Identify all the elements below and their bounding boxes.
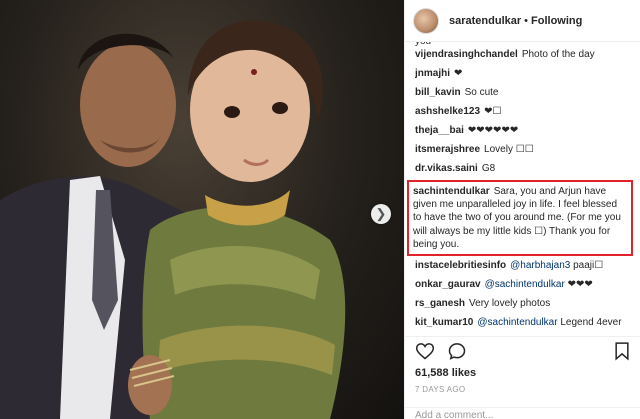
chevron-right-icon: ❯	[375, 206, 387, 221]
comment-text: Lovely ☐☐	[484, 144, 534, 155]
highlighted-comment-box: sachintendulkar Sara, you and Arjun have …	[407, 180, 633, 256]
comment-mention[interactable]: @sachintendulkar	[485, 279, 565, 290]
comment-username[interactable]: onkar_gaurav	[415, 279, 481, 290]
comment-text: G8	[481, 163, 496, 174]
photo-illustration	[0, 20, 346, 419]
header-text: saratendulkar • Following	[449, 15, 582, 27]
comment-item: kit_kumar10 @sachintendulkar Legend 4ever	[415, 316, 625, 329]
comment-item: dr.vikas.saini G8	[415, 162, 637, 175]
add-comment-input[interactable]: Add a comment...	[405, 407, 640, 419]
comment-text: ❤❤❤❤❤❤	[467, 125, 519, 136]
comment-text: ❤❤❤	[567, 279, 593, 290]
comment-mention[interactable]: @harbhajan3	[510, 260, 570, 271]
heart-icon[interactable]	[415, 341, 435, 361]
comment-username[interactable]: kit_kumar10	[415, 317, 473, 328]
post-header: saratendulkar • Following	[405, 0, 640, 42]
comment-username[interactable]: itsmerajshree	[415, 144, 480, 155]
header-separator: •	[524, 14, 529, 27]
comment-text: ❤☐	[484, 106, 502, 117]
post-photo: ❯	[0, 0, 404, 419]
comment-username[interactable]: rs_ganesh	[415, 298, 465, 309]
comments-list[interactable]: you vijendrasinghchandelPhoto of the day…	[405, 42, 640, 336]
clipped-comment-text: you	[415, 42, 431, 47]
comment-item: instacelebritiesinfo @harbhajan3 paaji☐	[415, 259, 637, 272]
comment-text: So cute	[464, 87, 499, 98]
comment-item: jnmajhi ❤	[415, 67, 637, 80]
next-photo-button[interactable]: ❯	[371, 204, 391, 224]
comment-username[interactable]: sachintendulkar	[413, 186, 490, 197]
highlighted-comment: sachintendulkar Sara, you and Arjun have …	[413, 185, 627, 251]
comment-username[interactable]: bill_kavin	[415, 87, 461, 98]
post-actions: 61,588 likes 7 DAYS AGO Add a comment...	[405, 336, 640, 419]
post-details-panel: saratendulkar•Following you vijendrasing…	[404, 0, 640, 419]
comment-username[interactable]: jnmajhi	[415, 68, 450, 79]
comment-username[interactable]: instacelebritiesinfo	[415, 260, 506, 271]
comment-item: onkar_gaurav @sachintendulkar ❤❤❤	[415, 278, 637, 291]
comment-item: theja__bai ❤❤❤❤❤❤	[415, 124, 637, 137]
header-username[interactable]: saratendulkar	[449, 15, 521, 27]
comment-mention[interactable]: @sachintendulkar	[477, 317, 557, 328]
like-count[interactable]: 61,588 likes	[415, 367, 476, 379]
comment-item: bill_kavin So cute	[415, 86, 637, 99]
comment-text: paaji☐	[573, 260, 604, 271]
comment-username[interactable]: ashshelke123	[415, 106, 480, 117]
following-button[interactable]: Following	[531, 15, 582, 27]
comment-username[interactable]: dr.vikas.saini	[415, 163, 478, 174]
comment-text: ❤	[454, 68, 463, 79]
comment-item: vijendrasinghchandel Photo of the day	[415, 48, 637, 61]
comment-username[interactable]: theja__bai	[415, 125, 464, 136]
comment-icon[interactable]	[447, 341, 467, 361]
bookmark-icon[interactable]	[613, 341, 631, 361]
comment-text: Very lovely photos	[469, 298, 551, 309]
comment-item: ashshelke123 ❤☐	[415, 105, 637, 118]
comment-username[interactable]: vijendrasinghchandel	[415, 49, 518, 60]
comment-text: Photo of the day	[521, 49, 595, 60]
avatar[interactable]	[413, 7, 439, 34]
comment-text: Legend 4ever	[560, 317, 622, 328]
comment-item: rs_ganesh Very lovely photos	[415, 297, 637, 310]
action-icons	[415, 341, 467, 361]
post-age: 7 DAYS AGO	[415, 385, 466, 394]
comment-item: itsmerajshree Lovely ☐☐	[415, 143, 637, 156]
